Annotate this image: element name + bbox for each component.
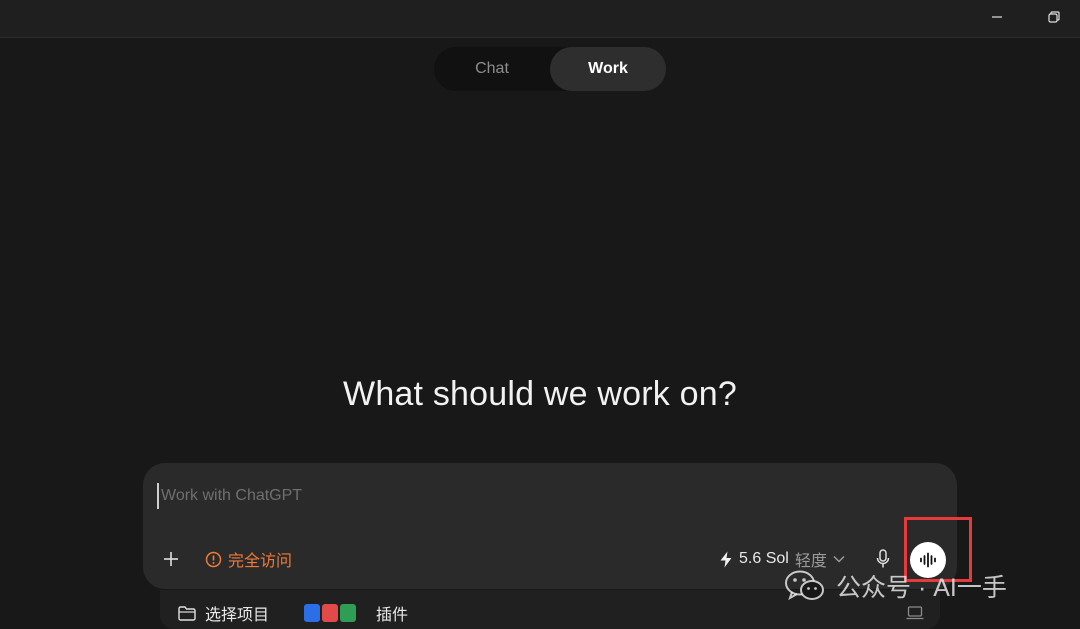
minimize-button[interactable] <box>974 0 1020 34</box>
full-access-label: 完全访问 <box>228 553 293 570</box>
plugins-label: 插件 <box>376 607 409 624</box>
wechat-icon <box>785 570 824 601</box>
restore-icon <box>1048 11 1060 23</box>
device-button[interactable] <box>904 604 926 622</box>
plus-icon <box>164 552 178 566</box>
folder-icon <box>178 605 196 621</box>
minimize-icon <box>992 16 1002 18</box>
prompt-input[interactable] <box>157 483 877 509</box>
mode-switch: Chat Work <box>434 47 666 91</box>
chevron-down-icon <box>833 555 845 563</box>
pdf-app-icon <box>322 604 338 622</box>
model-name: 5.6 Sol <box>739 550 789 567</box>
document-app-icon <box>304 604 320 622</box>
title-bar <box>0 0 1080 38</box>
add-button[interactable] <box>159 547 183 571</box>
watermark-text: 公众号 · AI一手 <box>836 574 1007 602</box>
page-title: What should we work on? <box>343 375 737 413</box>
restore-button[interactable] <box>1031 0 1077 34</box>
lightning-icon <box>720 551 732 567</box>
tab-work[interactable]: Work <box>550 47 666 91</box>
plugins-button[interactable]: 插件 <box>304 602 408 624</box>
select-project-label: 选择项目 <box>205 607 270 624</box>
laptop-icon <box>906 606 924 620</box>
spreadsheet-app-icon <box>340 604 356 622</box>
tab-chat[interactable]: Chat <box>434 47 550 91</box>
alert-circle-icon <box>205 551 222 567</box>
full-access-button[interactable]: 完全访问 <box>205 547 292 571</box>
select-project-button[interactable]: 选择项目 <box>178 602 269 624</box>
watermark: 公众号 · AI一手 <box>784 566 1007 606</box>
